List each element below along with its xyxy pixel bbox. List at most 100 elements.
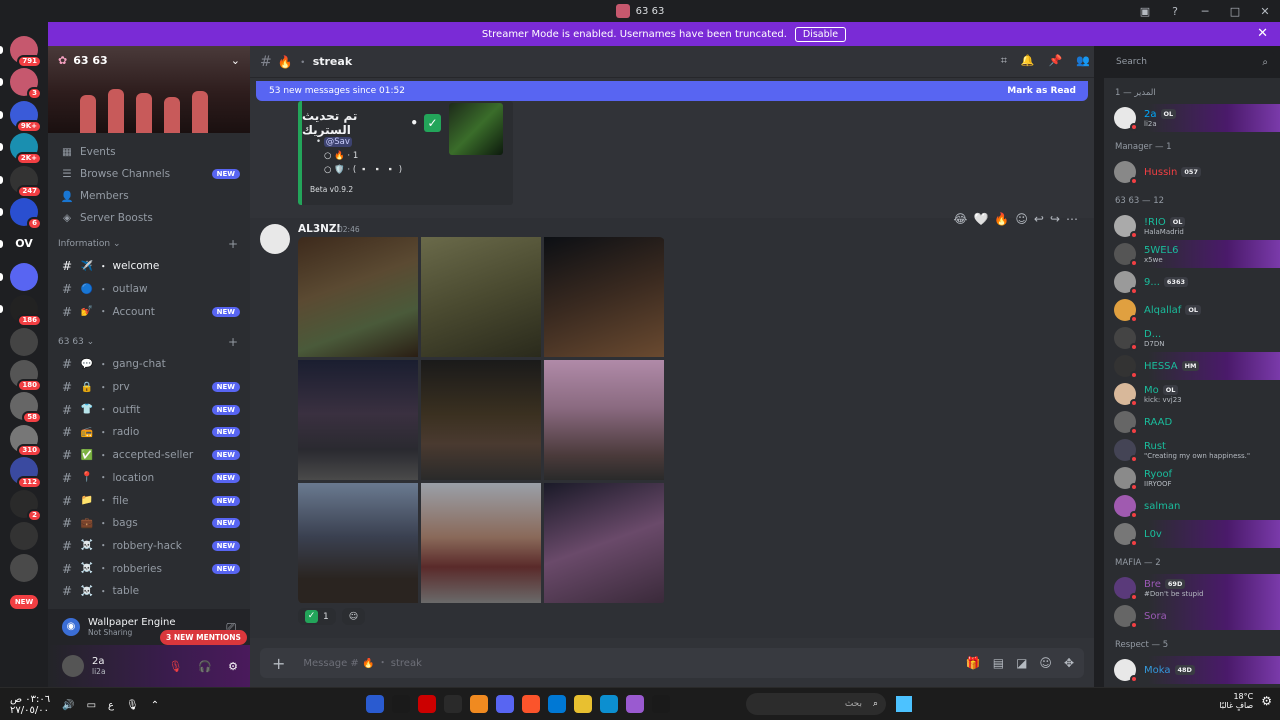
nav-server-boosts[interactable]: ◈ Server Boosts [48, 207, 250, 229]
discord-icon[interactable] [496, 695, 514, 713]
member-item[interactable]: Sora [1104, 602, 1280, 630]
member-item[interactable]: Moka 48D [1104, 656, 1280, 684]
member-item[interactable]: Ryoof IIRYOOF [1104, 464, 1280, 492]
chevron-down-icon[interactable]: ⌄ [231, 54, 240, 67]
channel-gang-chat[interactable]: # 💬 ・ gang-chat [48, 353, 250, 376]
server-banner[interactable]: ✿ 63 63 ⌄ [48, 46, 250, 133]
new-badge[interactable]: NEW [10, 594, 38, 609]
avatar[interactable] [1114, 161, 1138, 185]
close-banner-icon[interactable]: ✕ [1257, 26, 1268, 41]
channel-robberies[interactable]: # ☠️ ・ robberies NEW [48, 557, 250, 580]
avatar[interactable] [1114, 411, 1138, 435]
member-list-icon[interactable]: 👥 [1076, 54, 1090, 68]
photo-attachment[interactable] [298, 237, 418, 357]
plus-icon[interactable]: + [228, 335, 238, 349]
channel-outfit[interactable]: # 👕 ・ outfit NEW [48, 398, 250, 421]
server-icon[interactable]: 791 [10, 36, 42, 68]
apps-icon[interactable]: ✥ [1064, 656, 1074, 670]
pin-icon[interactable]: 📌 [1049, 54, 1063, 68]
server-name[interactable]: ✿ 63 63 [58, 54, 108, 67]
add-reaction-icon[interactable]: ☺ [1015, 212, 1028, 226]
heart-icon[interactable]: 🤍 [973, 212, 988, 226]
nav-members[interactable]: 👤 Members [48, 185, 250, 207]
avatar[interactable] [1114, 577, 1138, 601]
member-item[interactable]: Bre 69D #Don't be stupid [1104, 574, 1280, 602]
server-icon[interactable]: 2K+ [10, 133, 42, 166]
forward-icon[interactable]: ↪ [1050, 212, 1060, 226]
new-messages-bar[interactable]: 53 new messages since 01:52 Mark as Read [256, 81, 1088, 101]
speaker-icon[interactable]: 🔊 [62, 700, 74, 711]
author-avatar[interactable] [260, 224, 290, 254]
brave-icon[interactable] [522, 695, 540, 713]
member-item[interactable]: Rust "Creating my own happiness." [1104, 436, 1280, 464]
server-icon[interactable]: OV [10, 230, 38, 258]
copilot-icon[interactable] [626, 695, 644, 713]
avatar[interactable] [1114, 215, 1138, 239]
category-header[interactable]: 63 63 ⌄ + [48, 331, 250, 353]
member-item[interactable]: HESSA HM [1104, 352, 1280, 380]
gift-icon[interactable]: 🎁 [966, 656, 981, 670]
avatar[interactable] [1114, 299, 1138, 323]
channel-robbery-hack[interactable]: # ☠️ ・ robbery-hack NEW [48, 535, 250, 558]
nav-browse-channels[interactable]: ☰ Browse Channels NEW [48, 163, 250, 185]
avatar[interactable] [1114, 605, 1138, 629]
plus-icon[interactable]: + [272, 654, 285, 673]
fire-icon[interactable]: 🔥 [994, 212, 1009, 226]
search-box[interactable]: ⌕ [1110, 52, 1274, 72]
server-icon[interactable] [10, 262, 38, 291]
server-icon[interactable]: 310 [10, 424, 42, 457]
help-icon[interactable]: ? [1160, 5, 1190, 18]
photo-attachment[interactable] [298, 483, 418, 603]
add-reaction-button[interactable]: ☺ [341, 608, 366, 625]
new-mentions-pill[interactable]: 3 NEW MENTIONS [160, 630, 247, 645]
channel-file[interactable]: # 📁 ・ file NEW [48, 489, 250, 512]
server-icon[interactable]: 9K+ [10, 100, 42, 133]
member-item[interactable]: D... D7DN [1104, 324, 1280, 352]
taskbar-search[interactable]: بحث ⌕ [746, 693, 886, 715]
app-icon[interactable] [652, 695, 670, 713]
mark-as-read-button[interactable]: Mark as Read [1007, 86, 1076, 96]
server-icon[interactable]: 2 [10, 489, 42, 522]
maximize-button[interactable]: □ [1220, 5, 1250, 18]
gear-icon[interactable]: ⚙ [228, 660, 238, 673]
server-icon[interactable]: 112 [10, 457, 42, 490]
message-author[interactable]: AL3NZI [298, 223, 340, 235]
avatar[interactable] [1114, 495, 1138, 519]
deafen-icon[interactable]: 🎧 [198, 660, 212, 673]
member-item[interactable]: salman [1104, 492, 1280, 520]
server-icon[interactable]: 3 [10, 68, 42, 101]
avatar[interactable] [1114, 107, 1138, 131]
avatar[interactable] [1114, 467, 1138, 491]
language-indicator[interactable]: ع [108, 700, 114, 711]
server-icon[interactable]: 180 [10, 360, 42, 392]
reaction-check[interactable]: ✓ 1 [298, 608, 336, 625]
threads-icon[interactable]: ⌗ [1001, 54, 1007, 68]
channel-bags[interactable]: # 💼 ・ bags NEW [48, 512, 250, 535]
server-icon[interactable]: 6 [10, 198, 42, 230]
chevron-up-icon[interactable]: ⌃ [151, 700, 159, 711]
app-icon[interactable] [418, 695, 436, 713]
disable-button[interactable]: Disable [794, 26, 847, 42]
inbox-icon[interactable]: ▣ [1130, 5, 1160, 18]
mic-icon[interactable]: 🎙 [126, 700, 139, 711]
channel-accepted-seller[interactable]: # ✅ ・ accepted-seller NEW [48, 444, 250, 467]
member-item[interactable]: Alqallaf OL [1104, 296, 1280, 324]
server-icon[interactable] [10, 554, 38, 583]
member-item[interactable]: 5WEL6 x5we [1104, 240, 1280, 268]
channel-radio[interactable]: # 📻 ・ radio NEW [48, 421, 250, 444]
app-icon[interactable] [366, 695, 384, 713]
terminal-icon[interactable] [444, 695, 462, 713]
file-explorer-icon[interactable] [574, 695, 592, 713]
server-icon[interactable]: 58 [10, 392, 42, 425]
avatar[interactable] [1114, 355, 1138, 379]
reply-icon[interactable]: ↩ [1034, 212, 1044, 226]
server-icon[interactable] [10, 327, 38, 356]
minimize-button[interactable]: ─ [1190, 5, 1220, 18]
sticker-icon[interactable]: ◪ [1016, 656, 1027, 670]
more-icon[interactable]: ⋯ [1066, 212, 1078, 226]
search-input[interactable] [1116, 57, 1256, 67]
avatar[interactable] [62, 655, 84, 677]
channel-Account[interactable]: # 💅 ・ Account NEW [48, 300, 250, 323]
emoji-icon[interactable]: ☺ [1039, 656, 1052, 670]
member-item[interactable]: 9... 6363 [1104, 268, 1280, 296]
